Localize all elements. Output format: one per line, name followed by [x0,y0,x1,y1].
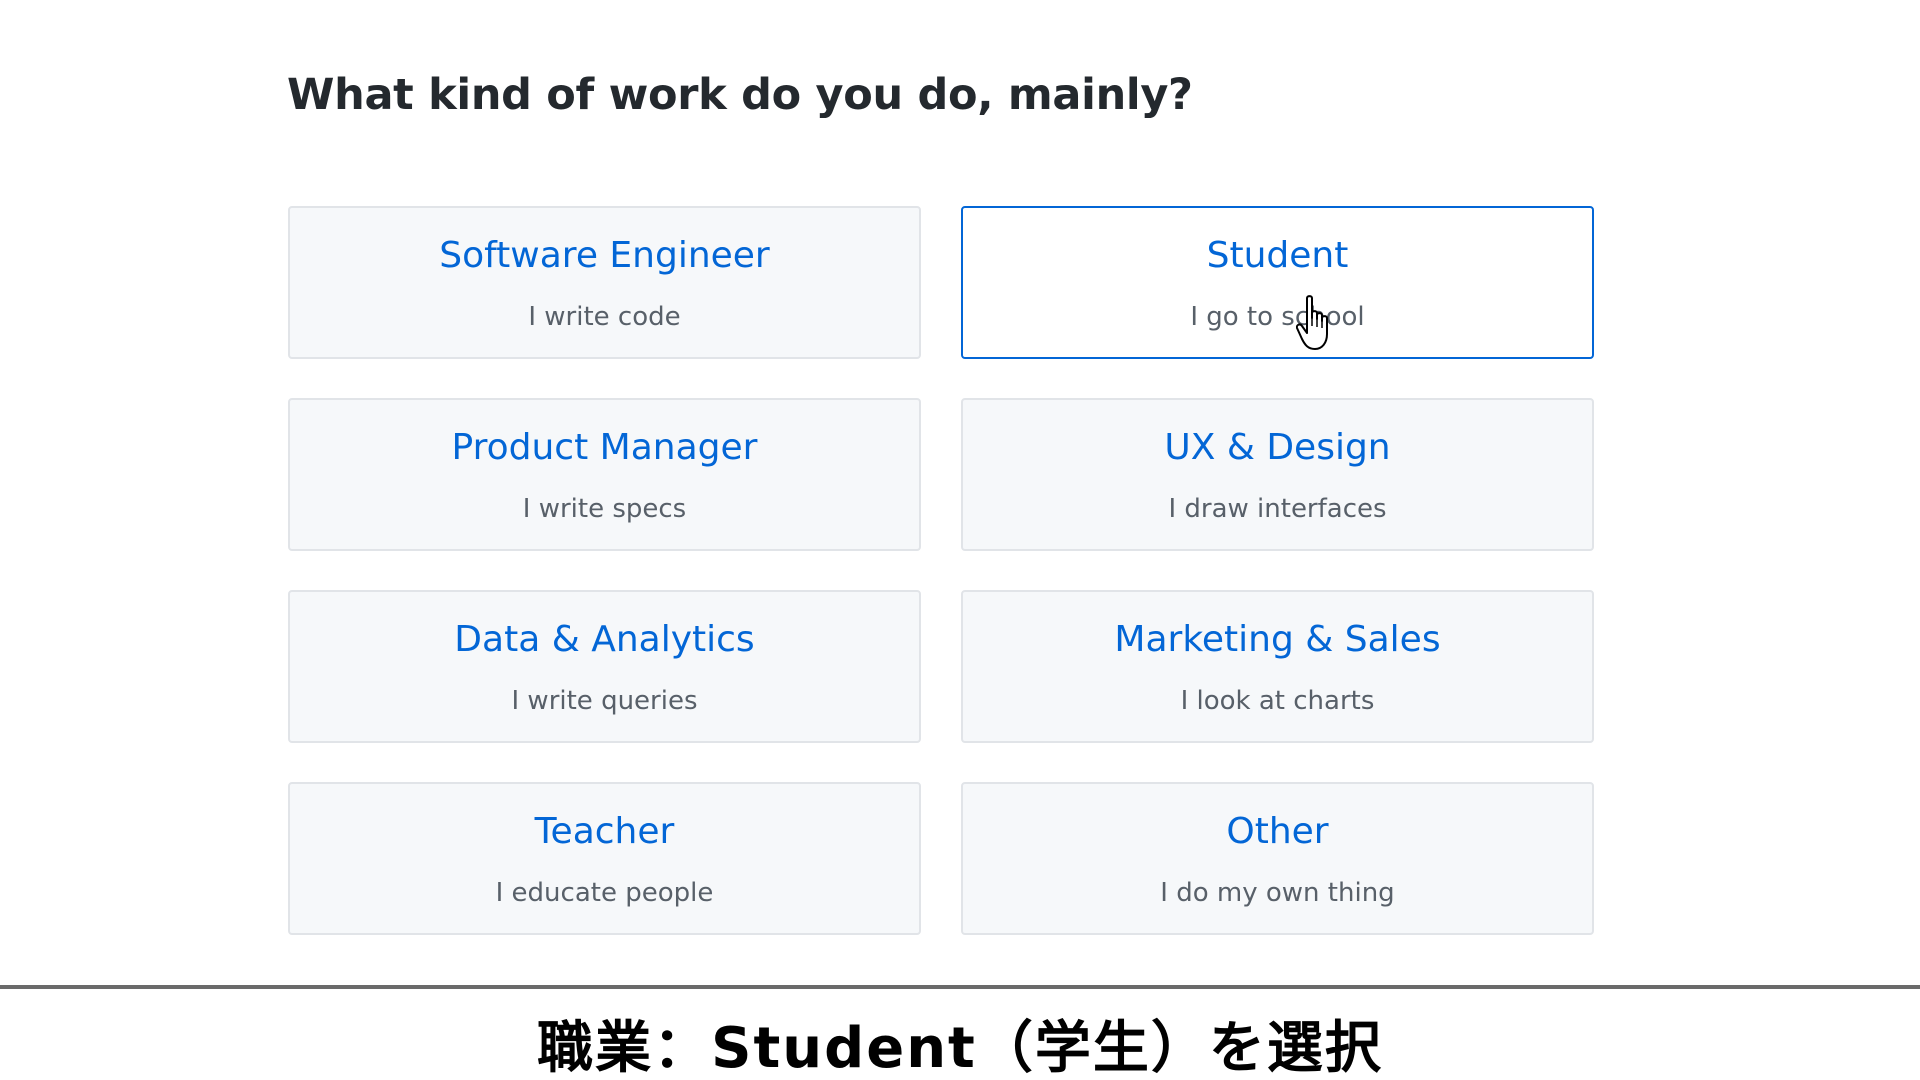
option-title: Data & Analytics [454,619,755,660]
option-title: Product Manager [451,427,758,468]
option-title: Teacher [534,811,675,852]
option-description: I write code [528,302,681,332]
option-description: I go to school [1190,302,1365,332]
option-description: I do my own thing [1160,878,1395,908]
option-title: Student [1206,235,1349,276]
option-description: I look at charts [1180,686,1375,716]
page-title: What kind of work do you do, mainly? [287,70,1193,120]
option-description: I write queries [511,686,698,716]
option-title: Other [1226,811,1329,852]
option-description: I draw interfaces [1168,494,1387,524]
option-teacher[interactable]: Teacher I educate people [288,782,921,935]
caption-text: 職業：Student（学生）を選択 [537,1016,1383,1080]
option-data-analytics[interactable]: Data & Analytics I write queries [288,590,921,743]
option-description: I write specs [522,494,687,524]
caption-bar: 職業：Student（学生）を選択 [0,989,1920,1080]
option-description: I educate people [495,878,714,908]
option-title: Software Engineer [439,235,770,276]
option-title: Marketing & Sales [1114,619,1441,660]
option-other[interactable]: Other I do my own thing [961,782,1594,935]
option-title: UX & Design [1164,427,1391,468]
option-software-engineer[interactable]: Software Engineer I write code [288,206,921,359]
option-ux-design[interactable]: UX & Design I draw interfaces [961,398,1594,551]
option-product-manager[interactable]: Product Manager I write specs [288,398,921,551]
option-student[interactable]: Student I go to school [961,206,1594,359]
option-marketing-sales[interactable]: Marketing & Sales I look at charts [961,590,1594,743]
work-type-options: Software Engineer I write code Student I… [288,206,1594,935]
